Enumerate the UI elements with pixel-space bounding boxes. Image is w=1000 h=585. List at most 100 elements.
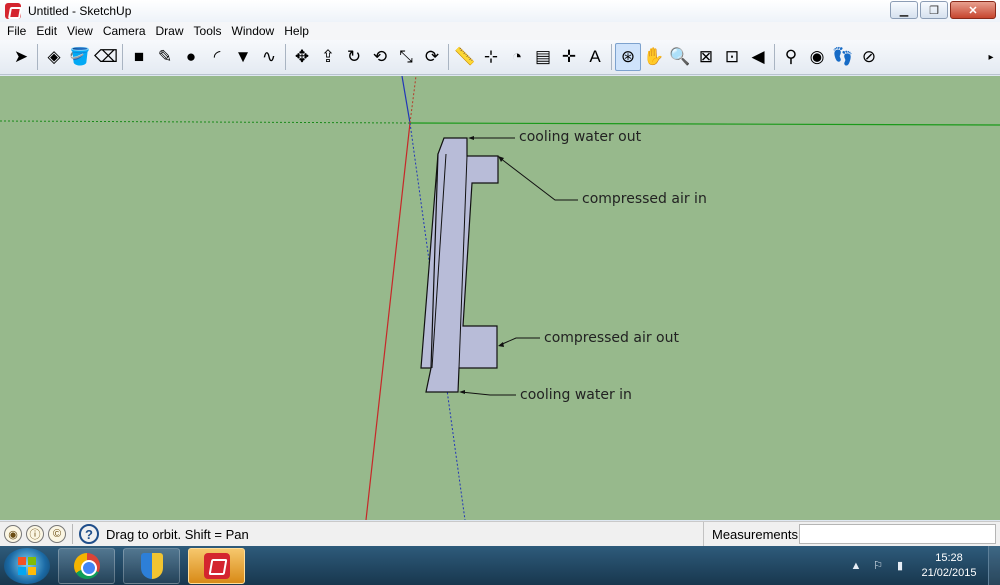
circle-icon[interactable]: ●: [178, 43, 204, 71]
blue-axis-positive: [401, 76, 411, 124]
leader-cooling-water-in: [460, 391, 516, 396]
look-around-icon[interactable]: ◉: [804, 43, 830, 71]
label-compressed-air-out[interactable]: compressed air out: [544, 330, 679, 346]
toolbar-separator: [285, 44, 286, 70]
zoom-extents-icon[interactable]: ⊡: [719, 43, 745, 71]
measurements-input[interactable]: [799, 524, 996, 544]
red-axis-negative: [409, 76, 417, 124]
scale-icon[interactable]: ⤡: [393, 43, 419, 71]
close-button[interactable]: ✕: [950, 1, 996, 19]
arrow-cooling-water-in: [459, 390, 465, 394]
network-icon[interactable]: ▮: [892, 559, 908, 572]
menu-edit[interactable]: Edit: [31, 24, 62, 38]
arrow-compressed-air-out: [498, 342, 504, 347]
toolbar-separator: [122, 44, 123, 70]
line-pencil-icon[interactable]: ✎: [152, 43, 178, 71]
label-cooling-water-out[interactable]: cooling water out: [519, 129, 641, 145]
menu-camera[interactable]: Camera: [98, 24, 151, 38]
offset-icon[interactable]: ⟳: [419, 43, 445, 71]
label-cooling-water-in[interactable]: cooling water in: [520, 387, 632, 403]
menu-help[interactable]: Help: [279, 24, 314, 38]
drawing-viewport[interactable]: cooling water out compressed air in comp…: [0, 76, 1000, 520]
arc-icon[interactable]: ◜: [204, 43, 230, 71]
taskbar-sketchup[interactable]: [188, 547, 245, 584]
model-canvas[interactable]: [0, 76, 1000, 520]
menu-draw[interactable]: Draw: [151, 24, 189, 38]
menu-window[interactable]: Window: [227, 24, 280, 38]
walk-icon[interactable]: 👣: [830, 43, 856, 71]
status-bar: ◉ ⓘ © ? Drag to orbit. Shift = Pan Measu…: [0, 521, 1000, 546]
freehand-icon[interactable]: ∿: [256, 43, 282, 71]
main-toolbar: ➤ ◈ 🪣 ⌫ ■ ✎ ● ◜ ▼ ∿ ✥ ⇪ ↻ ⟲ ⤡ ⟳ 📏 ⊹ ◔ ▤ ✛ A ⊛ ✋ 🔍 ⊠ ⊡ ◀ ⚲ ◉ 👣 ⊘ ▸: [0, 40, 1000, 75]
status-message: Drag to orbit. Shift = Pan: [106, 526, 249, 542]
toolbar-separator: [37, 44, 38, 70]
help-icon[interactable]: ?: [79, 524, 99, 544]
rotate-icon[interactable]: ↻: [341, 43, 367, 71]
protractor-icon[interactable]: ◔: [504, 43, 530, 71]
push-pull-icon[interactable]: ⇪: [315, 43, 341, 71]
toolbar-separator: [611, 44, 612, 70]
green-axis-positive: [409, 122, 1000, 126]
sketchup-app-icon[interactable]: [5, 3, 21, 19]
section-plane-icon[interactable]: ⊘: [856, 43, 882, 71]
eraser-icon[interactable]: ⌫: [93, 43, 119, 71]
title-bar: Untitled - SketchUp ▁ ❐ ✕: [0, 0, 1000, 22]
cooler-main-face: [425, 137, 499, 393]
position-camera-icon[interactable]: ⚲: [778, 43, 804, 71]
toolbar-overflow-button[interactable]: ▸: [984, 44, 998, 70]
status-separator: [72, 524, 73, 544]
windows-logo-icon: [18, 556, 36, 575]
tape-measure-icon[interactable]: 📏: [452, 43, 478, 71]
previous-view-icon[interactable]: ◀: [745, 43, 771, 71]
menu-file[interactable]: File: [2, 24, 31, 38]
geo-location-icon[interactable]: ◉: [4, 525, 22, 543]
3d-text-icon[interactable]: A: [582, 43, 608, 71]
text-icon[interactable]: ▤: [530, 43, 556, 71]
move-icon[interactable]: ✥: [289, 43, 315, 71]
zoom-icon[interactable]: 🔍: [667, 43, 693, 71]
green-axis-negative: [0, 120, 411, 124]
restore-icon: ❐: [929, 4, 939, 17]
select-icon[interactable]: ➤: [8, 43, 34, 71]
taskbar-chrome[interactable]: [58, 547, 115, 584]
make-component-icon[interactable]: ◈: [41, 43, 67, 71]
paint-bucket-icon[interactable]: 🪣: [67, 43, 93, 71]
minimize-button[interactable]: ▁: [890, 1, 918, 19]
sketchup-icon: [203, 552, 230, 579]
dimension-icon[interactable]: ⊹: [478, 43, 504, 71]
chrome-icon: [73, 552, 100, 579]
measurements-label: Measurements: [703, 522, 799, 546]
action-center-icon[interactable]: ⚐: [870, 559, 886, 572]
leader-compressed-air-out: [499, 337, 540, 346]
polygon-icon[interactable]: ▼: [230, 43, 256, 71]
follow-me-icon[interactable]: ⟲: [367, 43, 393, 71]
window-title: Untitled - SketchUp: [28, 4, 132, 18]
label-compressed-air-in[interactable]: compressed air in: [582, 191, 707, 207]
clock[interactable]: 15:28 21/02/2015: [914, 551, 984, 581]
zoom-window-icon[interactable]: ⊠: [693, 43, 719, 71]
arrow-cooling-water-out: [468, 136, 474, 140]
menu-tools[interactable]: Tools: [189, 24, 227, 38]
minimize-icon: ▁: [899, 4, 909, 17]
start-button[interactable]: [4, 547, 50, 584]
credits-icon[interactable]: ⓘ: [26, 525, 44, 543]
copyright-icon[interactable]: ©: [48, 525, 66, 543]
show-hidden-icons-icon[interactable]: ▲: [848, 560, 864, 572]
axes-icon[interactable]: ✛: [556, 43, 582, 71]
system-tray: ▲ ⚐ ▮ 15:28 21/02/2015: [848, 546, 1000, 585]
clock-time: 15:28: [935, 551, 963, 564]
red-axis: [365, 122, 411, 520]
shield-app-icon: [140, 552, 163, 579]
windows-taskbar: ▲ ⚐ ▮ 15:28 21/02/2015: [0, 546, 1000, 585]
taskbar-shield-app[interactable]: [123, 547, 180, 584]
orbit-icon[interactable]: ⊛: [615, 43, 641, 71]
menu-view[interactable]: View: [62, 24, 98, 38]
restore-button[interactable]: ❐: [920, 1, 948, 19]
pan-icon[interactable]: ✋: [641, 43, 667, 71]
toolbar-separator: [774, 44, 775, 70]
rectangle-icon[interactable]: ■: [126, 43, 152, 71]
menu-bar: File Edit View Camera Draw Tools Window …: [0, 22, 1000, 40]
close-icon: ✕: [968, 4, 978, 17]
window-controls: ▁ ❐ ✕: [890, 1, 996, 19]
show-desktop-button[interactable]: [988, 546, 1000, 585]
